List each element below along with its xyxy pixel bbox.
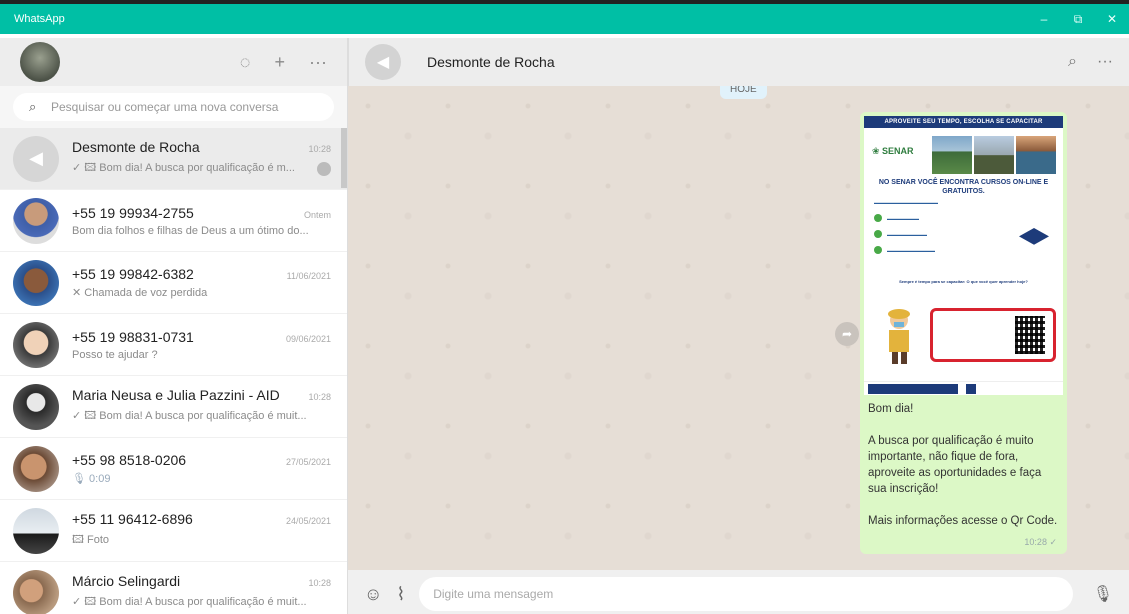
mascot-illustration: [874, 306, 924, 366]
window-title: WhatsApp: [14, 13, 65, 25]
search-icon: ⌕: [29, 99, 37, 114]
search-input[interactable]: ⌕ Pesquisar ou começar uma nova conversa: [13, 93, 334, 121]
flyer-photos: [932, 136, 1056, 174]
contact-avatar: [13, 259, 59, 306]
search-placeholder: Pesquisar ou começar uma nova conversa: [51, 100, 279, 114]
contact-avatar: [13, 569, 59, 614]
group-avatar[interactable]: ◀: [365, 44, 401, 80]
message-time: 10:28 ✓: [1024, 537, 1057, 547]
chat-time: 27/05/2021: [285, 457, 331, 467]
senar-logo: ❀ SENAR: [872, 146, 914, 156]
chat-time: 09/06/2021: [285, 333, 331, 344]
chat-preview: Bom dia folhos e filhas de Deus a um óti…: [72, 224, 309, 237]
flyer-checklist-item: ▬▬▬▬▬▬▬▬▬▬▬▬: [874, 246, 984, 254]
chat-item[interactable]: Márcio Selingardi 10:28 ✓ 🖾 Bom dia! A bu…: [0, 562, 347, 614]
muted-badge-icon: [317, 161, 331, 176]
attach-icon[interactable]: ⌇: [396, 584, 405, 605]
message-bubble[interactable]: APROVEITE SEU TEMPO, ESCOLHA SE CAPACITA…: [860, 112, 1067, 554]
message-text: Bom dia! A busca por qualificação é muit…: [868, 403, 1058, 527]
flyer-image[interactable]: APROVEITE SEU TEMPO, ESCOLHA SE CAPACITA…: [864, 116, 1063, 395]
chat-name: +55 11 96412-6896: [72, 511, 193, 527]
sidebar: ◌ + ··· ⌕ Pesquisar ou começar uma nova …: [0, 38, 348, 614]
chat-item[interactable]: Maria Neusa e Julia Pazzini - AID 10:28 ✓…: [0, 376, 347, 438]
chat-time: 10:28: [308, 144, 331, 154]
group-avatar: [13, 383, 59, 430]
chat-time: 24/05/2021: [285, 516, 331, 526]
chat-preview: ✓ 🖾 Bom dia! A busca por qualificação é …: [72, 410, 307, 422]
group-avatar: ◀: [13, 135, 59, 182]
status-icon[interactable]: ◌: [240, 53, 251, 71]
compose-bar: ☺ ⌇ Digite uma mensagem 🎙: [348, 570, 1129, 614]
emoji-icon[interactable]: ☺: [364, 584, 382, 605]
flyer-checklist-item: ▬▬▬▬▬▬▬▬▬▬: [874, 230, 984, 238]
chat-name: +55 19 98831-0731: [72, 328, 194, 345]
search-icon[interactable]: ⌕: [1068, 53, 1077, 71]
message-area: HOJE ➦ APROVEITE SEU TEMPO, ESCOLHA SE C…: [348, 86, 1129, 570]
restore-icon[interactable]: ⧉: [1061, 4, 1095, 34]
chat-list: ◀ Desmonte de Rocha 10:28 ✓ 🖾 Bom dia! A …: [0, 128, 347, 614]
chat-item[interactable]: ◀ Desmonte de Rocha 10:28 ✓ 🖾 Bom dia! A …: [0, 128, 347, 190]
chat-item[interactable]: +55 19 99842-6382 11/06/2021 ✕ Chamada de…: [0, 252, 347, 314]
chat-time: 11/06/2021: [286, 271, 331, 281]
chat-name: +55 19 99842-6382: [72, 266, 194, 282]
chat-preview: ✕ Chamada de voz perdida: [72, 287, 208, 299]
conversation-title[interactable]: Desmonte de Rocha: [427, 54, 555, 70]
microphone-icon[interactable]: 🎙: [1093, 584, 1113, 604]
title-bar: WhatsApp – ⧉ ✕: [0, 4, 1129, 34]
chat-item[interactable]: +55 19 99934-2755 Ontem Bom dia folhos e …: [0, 190, 347, 252]
profile-avatar[interactable]: [20, 42, 60, 82]
chat-time: Ontem: [303, 209, 331, 220]
minimize-icon[interactable]: –: [1027, 4, 1061, 34]
date-badge: HOJE: [720, 86, 767, 99]
contact-avatar: [13, 197, 59, 244]
graduation-cap-icon: [1019, 228, 1049, 245]
chat-time: 10:28: [308, 392, 331, 402]
chat-preview: 🖾 Foto: [72, 534, 110, 546]
chat-name: Desmonte de Rocha: [72, 139, 200, 155]
chat-item[interactable]: +55 98 8518-0206 27/05/2021 🎙 0:09: [0, 438, 347, 500]
message-input[interactable]: Digite uma mensagem: [419, 577, 1073, 611]
contact-avatar: [13, 445, 59, 492]
chat-name: Márcio Selingardi: [72, 573, 181, 589]
menu-icon[interactable]: ···: [309, 53, 327, 71]
message-input-placeholder: Digite uma mensagem: [433, 587, 554, 601]
chat-list-scrollbar[interactable]: [341, 128, 347, 188]
contact-avatar: [13, 321, 59, 368]
chat-preview: Posso te ajudar ?: [72, 348, 158, 361]
flyer-checklist-item: ▬▬▬▬▬▬▬▬: [874, 214, 984, 222]
chat-name: +55 19 99934-2755: [72, 204, 194, 221]
chat-item[interactable]: +55 11 96412-6896 24/05/2021 🖾 Foto: [0, 500, 347, 562]
chat-item[interactable]: +55 19 98831-0731 09/06/2021 Posso te aju…: [0, 314, 347, 376]
sidebar-header: ◌ + ···: [0, 38, 347, 86]
flyer-footer: [864, 381, 1063, 395]
search-bar: ⌕ Pesquisar ou começar uma nova conversa: [0, 86, 347, 128]
chat-preview: 🎙 0:09: [72, 473, 111, 485]
flyer-mid-text: Sempre é tempo para se capacitar: O que …: [899, 279, 1028, 284]
chat-name: +55 98 8518-0206: [72, 452, 187, 468]
chat-time: 10:28: [308, 578, 331, 588]
flyer-headline: NO SENAR VOCÊ ENCONTRA CURSOS ON-LINE E …: [878, 179, 1049, 195]
qr-code-box: [930, 308, 1056, 362]
app-window: WhatsApp – ⧉ ✕ ◌ + ··· ⌕ Pesquisar ou co…: [0, 0, 1129, 614]
conversation-header: ◀ Desmonte de Rocha ⌕ ···: [348, 38, 1129, 86]
qr-code: [1015, 316, 1045, 354]
flyer-subline: ▬▬▬▬▬▬▬▬▬▬▬▬▬▬▬▬: [874, 200, 938, 205]
chat-name: Maria Neusa e Julia Pazzini - AID: [72, 387, 280, 403]
contact-avatar: [13, 507, 59, 554]
close-icon[interactable]: ✕: [1095, 4, 1129, 34]
conversation-panel: ◀ Desmonte de Rocha ⌕ ··· HOJE ➦ APROVEI…: [348, 38, 1129, 614]
chat-preview: ✓ 🖾 Bom dia! A busca por qualificação é …: [72, 596, 307, 608]
new-chat-icon[interactable]: +: [275, 53, 286, 71]
menu-icon[interactable]: ···: [1097, 53, 1113, 71]
flyer-banner: APROVEITE SEU TEMPO, ESCOLHA SE CAPACITA…: [864, 116, 1063, 128]
forward-icon[interactable]: ➦: [835, 322, 859, 346]
chat-preview: ✓ 🖾 Bom dia! A busca por qualificação é …: [72, 162, 295, 174]
